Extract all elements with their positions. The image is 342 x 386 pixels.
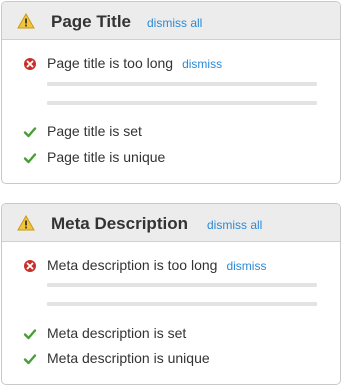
check-text: Meta description is unique	[47, 350, 210, 366]
warning-icon	[17, 13, 35, 29]
check-text: Page title is set	[47, 123, 142, 139]
error-item: Meta description is too long dismiss	[2, 256, 340, 276]
error-icon	[24, 58, 36, 70]
panel-title: Meta Description	[51, 214, 188, 233]
check-text: Page title is unique	[47, 149, 166, 165]
dismiss-link[interactable]: dismiss	[182, 57, 222, 71]
check-item: Page title is unique	[2, 148, 340, 168]
placeholder-bar	[47, 283, 317, 287]
panel-header: Meta Description dismiss all	[2, 204, 340, 242]
error-item: Page title is too long dismiss	[2, 54, 340, 74]
dismiss-all-link[interactable]: dismiss all	[207, 218, 262, 232]
panel-title: Page Title	[51, 12, 131, 31]
error-icon	[24, 260, 36, 272]
meta-description-panel: Meta Description dismiss all Meta descri…	[1, 203, 341, 385]
placeholder-bar	[47, 82, 317, 86]
check-item: Page title is set	[2, 122, 340, 142]
check-item: Meta description is set	[2, 324, 340, 344]
error-text: Meta description is too long	[47, 257, 218, 273]
dismiss-all-link[interactable]: dismiss all	[147, 16, 202, 30]
warning-icon	[17, 215, 35, 231]
check-text: Meta description is set	[47, 325, 187, 341]
placeholder-bar	[47, 101, 317, 105]
error-text: Page title is too long	[47, 55, 174, 71]
placeholder-bar	[47, 302, 317, 306]
check-icon	[23, 329, 37, 340]
check-icon	[23, 153, 37, 164]
check-icon	[23, 354, 37, 365]
panel-header: Page Title dismiss all	[2, 2, 340, 40]
dismiss-link[interactable]: dismiss	[226, 259, 266, 273]
page-title-panel: Page Title dismiss all Page title is too…	[1, 1, 341, 184]
check-icon	[23, 127, 37, 138]
check-item: Meta description is unique	[2, 349, 340, 369]
